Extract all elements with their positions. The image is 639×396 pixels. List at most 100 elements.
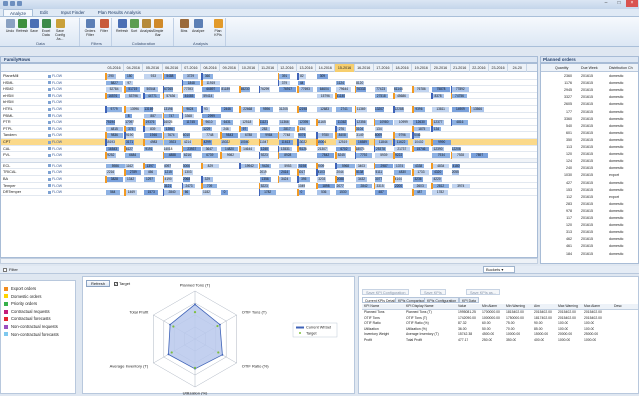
grid-cell[interactable]: 15193 <box>106 140 115 145</box>
column-header[interactable]: 08-2016 <box>201 64 221 72</box>
kpi-column-header[interactable]: Max Alarm <box>584 304 600 310</box>
grid-cell[interactable]: 9596 <box>259 107 274 112</box>
grid-row[interactable]: DRTemper FLOW 564 1469 1573 2840 66 1182 0 1782 0 5… <box>1 189 537 196</box>
grid-cell[interactable]: 31205 <box>278 107 288 112</box>
grid-cell[interactable]: 13207 <box>374 107 384 112</box>
grid-cell[interactable]: 1782 <box>432 190 449 195</box>
grid-cell[interactable]: 21307 <box>317 146 328 152</box>
grid-cell[interactable]: 66897 <box>202 87 220 92</box>
grid-row[interactable]: CAL FLOW 16543 6127 9191 14018 23937 3647 14820 1… <box>1 145 537 153</box>
planned-order-row[interactable]: 3360 201615 domestic <box>541 116 638 123</box>
grid-cell[interactable]: 1733 <box>413 170 429 175</box>
grid-cell[interactable]: 12683 <box>317 107 333 112</box>
grid-cell[interactable]: 6127 <box>125 146 134 152</box>
row-flow-tag[interactable]: FLOW <box>48 183 70 189</box>
grid-cell[interactable]: 19942 <box>240 163 259 169</box>
planned-order-row[interactable]: 283 201615 domestic <box>541 201 638 208</box>
grid-cell[interactable]: 13022 <box>298 140 307 145</box>
grid-cell[interactable]: 16543 <box>106 146 120 152</box>
grid-cell[interactable]: 19376 <box>144 120 156 125</box>
grid-cell[interactable]: 2068 <box>182 177 191 182</box>
kpi-table[interactable]: KPI Name KPI Display Name Value Min Alarm Mi… <box>362 304 638 392</box>
row-flow-tag[interactable]: FLOW <box>48 99 70 105</box>
tab-analyze[interactable]: Analyze <box>3 9 34 16</box>
planned-order-row[interactable]: 124 201615 domestic <box>541 158 638 165</box>
grid-cell[interactable]: 13811 <box>432 107 449 112</box>
tab-input-finder[interactable]: Input Finder <box>55 9 91 16</box>
grid-cell[interactable]: 3923 <box>163 140 182 145</box>
column-header[interactable]: 19-2016 <box>412 64 432 72</box>
planned-order-row[interactable]: 113 201615 domestic <box>541 144 638 151</box>
column-header[interactable]: 11-2016 <box>259 64 278 72</box>
grid-cell[interactable]: 12390 <box>432 146 444 152</box>
grid-cell[interactable]: 3149 <box>355 133 365 138</box>
grid-cell[interactable]: 10402 <box>413 140 425 145</box>
ribbon-button-orders-filter[interactable]: Orders Filter <box>84 19 96 38</box>
grid-cell[interactable]: 76333 <box>355 87 367 92</box>
grid-cell[interactable]: 3104 <box>355 126 364 132</box>
grid-cell[interactable]: 16576 <box>106 93 120 99</box>
planned-order-row[interactable]: 177 201615 domestic <box>541 109 638 116</box>
grid-cell[interactable]: 5939 <box>374 153 393 158</box>
grid-row[interactable]: PlaneMill FLOW 290 180 933 5488 3729 360 391 82 30… <box>1 73 537 80</box>
grid-cell[interactable]: 829 <box>202 163 219 169</box>
save-kpis-as-button[interactable]: Save KPIs as... <box>466 289 500 295</box>
planned-order-row[interactable]: 350 201615 domestic <box>541 137 638 144</box>
grid-cell[interactable]: 9984 <box>259 133 279 138</box>
grid-cell[interactable]: 6788 <box>240 133 257 138</box>
col-quantity[interactable]: Quantity <box>555 64 568 72</box>
grid-cell[interactable]: 13566 <box>470 107 485 112</box>
undo-icon[interactable] <box>17 1 22 6</box>
grid-cell[interactable]: 4190 <box>163 177 173 182</box>
grid-row[interactable]: CPT FLOW 15193 3171 4983 3923 4214 4299 15022 100… <box>1 139 537 146</box>
column-header[interactable]: 21-2016 <box>451 64 470 72</box>
planned-order-row[interactable]: 1030 201615 export <box>541 172 638 179</box>
grid-row[interactable]: PTR FLOW 75194 17097 19376 16025 11745 9610 6431… <box>1 119 537 126</box>
horizontal-scrollbar[interactable] <box>0 258 538 264</box>
grid-cell[interactable]: 14644 <box>240 146 255 152</box>
kpi-column-header[interactable]: Value <box>458 304 466 310</box>
grid-cell[interactable]: 12288 <box>394 107 405 112</box>
grid-cell[interactable]: 25378 <box>374 146 387 152</box>
grid-cell[interactable]: 4180 <box>451 163 461 169</box>
grid-cell[interactable]: 11362 <box>336 120 348 125</box>
grid-row[interactable]: eHSM FLOW 16576 53796 44771 57636 44465 59414 15… <box>1 92 537 100</box>
grid-cell[interactable]: 11165 <box>317 120 326 125</box>
grid-cell[interactable]: 9990 <box>432 140 451 145</box>
grid-cell[interactable]: 3828 <box>106 177 123 182</box>
grid-cell[interactable]: 375 <box>125 126 137 132</box>
grid-cell[interactable]: 2842 <box>355 183 373 189</box>
grid-row[interactable]: ECL FLOW 5986 1162 1397 4097 3006 829 19942 9426 5… <box>1 162 537 170</box>
grid-cell[interactable]: 45686 <box>394 93 409 99</box>
grid-cell[interactable]: 75194 <box>106 120 115 125</box>
grid-cell[interactable]: 9252 <box>106 153 116 158</box>
grid-cell[interactable]: 4816 <box>451 120 469 125</box>
grid-cell[interactable]: 11613 <box>278 140 293 145</box>
grid-cell[interactable]: 22668 <box>240 107 256 112</box>
grid-cell[interactable]: 2009 <box>317 163 324 169</box>
grid-cell[interactable]: 66 <box>182 190 191 195</box>
grid-cell[interactable]: 16025 <box>163 120 172 125</box>
grid-cell[interactable]: 1182 <box>202 190 211 195</box>
grid-cell[interactable]: 10999 <box>394 120 413 125</box>
grid-cell[interactable]: 1229 <box>202 126 212 132</box>
grid-cell[interactable]: 5953 <box>278 163 297 169</box>
ribbon-button-analysis[interactable]: Analysis <box>140 19 153 38</box>
grid-cell[interactable]: 9610 <box>202 120 216 125</box>
grid-cell[interactable]: 6684 <box>125 153 141 158</box>
grid-cell[interactable]: 44771 <box>144 93 161 99</box>
kpi-column-header[interactable]: Desc <box>614 304 622 310</box>
close-button[interactable]: × <box>626 0 638 7</box>
grid-cell[interactable]: 2088 <box>336 177 345 182</box>
grid-cell[interactable]: 65230 <box>240 87 250 92</box>
row-flow-tag[interactable]: FLOW <box>48 73 70 79</box>
grid-cell[interactable]: 6431 <box>221 120 234 125</box>
grid-cell[interactable]: 14909 <box>451 107 470 112</box>
grid-cell[interactable]: 9191 <box>144 146 154 152</box>
planned-order-row[interactable]: 462 201615 domestic <box>541 236 638 243</box>
grid-cell[interactable]: 1396 <box>163 126 176 132</box>
grid-cell[interactable]: 1049 <box>298 183 306 189</box>
grid-cell[interactable]: 12519 <box>336 140 350 145</box>
grid-cell[interactable]: 3236 <box>413 177 423 182</box>
planned-order-row[interactable]: 540 201615 domestic <box>541 123 638 130</box>
